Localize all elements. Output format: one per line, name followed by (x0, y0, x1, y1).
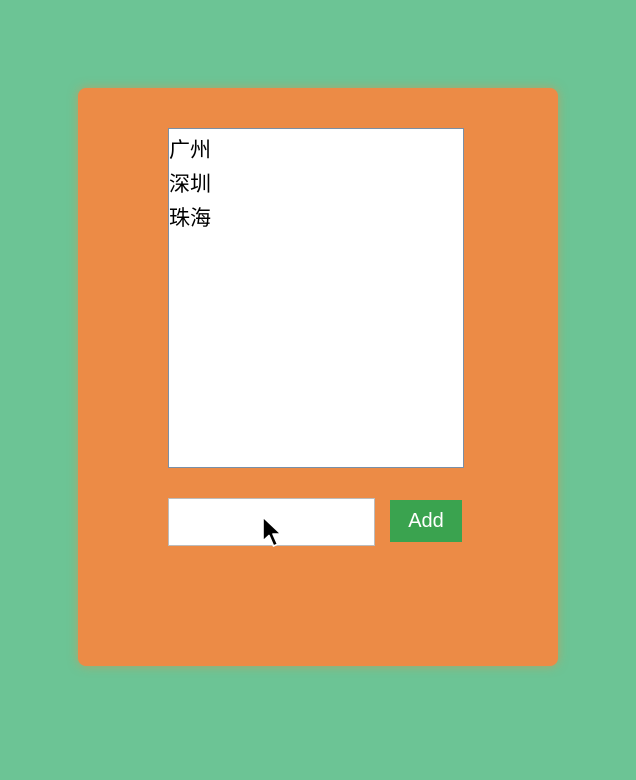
main-panel: 广州 深圳 珠海 Add (78, 88, 558, 666)
list-item[interactable]: 珠海 (169, 201, 463, 235)
list-item[interactable]: 广州 (169, 133, 463, 167)
list-item[interactable]: 深圳 (169, 167, 463, 201)
city-listbox[interactable]: 广州 深圳 珠海 (168, 128, 464, 468)
add-button[interactable]: Add (390, 500, 462, 542)
city-input[interactable] (168, 498, 375, 546)
